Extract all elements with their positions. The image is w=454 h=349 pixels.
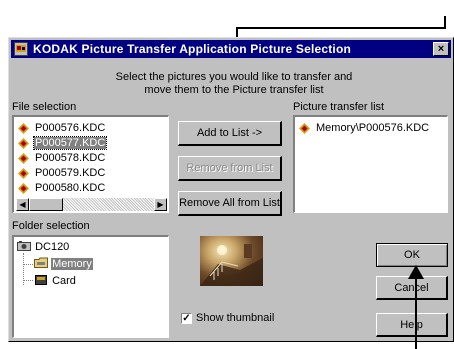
file-item-label: P000580.KDC bbox=[35, 182, 106, 194]
help-button[interactable]: Help bbox=[376, 313, 448, 337]
file-item-label: P000579.KDC bbox=[35, 167, 106, 179]
remove-all-label: Remove All from List bbox=[179, 197, 280, 209]
file-item-label: P000578.KDC bbox=[35, 152, 106, 164]
picture-selection-dialog: KODAK Picture Transfer Application Pictu… bbox=[8, 37, 454, 342]
staircase-photo bbox=[200, 244, 263, 286]
remove-from-list-label: Remove from List bbox=[186, 162, 273, 174]
title-bar: KODAK Picture Transfer Application Pictu… bbox=[11, 40, 451, 58]
instructions-line-1: Select the pictures you would like to tr… bbox=[115, 71, 353, 83]
kodak-kdc-file-icon bbox=[18, 153, 29, 164]
file-item-p000577[interactable]: P000577.KDC bbox=[14, 136, 168, 151]
add-to-list-button[interactable]: Add to List -> bbox=[178, 121, 282, 146]
remove-all-from-list-button[interactable]: Remove All from List bbox=[178, 191, 282, 216]
show-thumbnail-checkbox[interactable]: ✓ bbox=[181, 313, 192, 324]
kodak-app-icon bbox=[14, 42, 28, 56]
camera-icon bbox=[17, 241, 31, 251]
scroll-thumb[interactable] bbox=[29, 198, 63, 211]
file-item-label: P000576.KDC bbox=[35, 122, 106, 134]
cancel-button[interactable]: Cancel bbox=[376, 276, 448, 300]
ok-button[interactable]: OK bbox=[376, 243, 448, 267]
folder-tree[interactable]: DC120 Memory Card bbox=[12, 235, 169, 338]
callout-line-bottom bbox=[415, 278, 417, 349]
callout-line-right bbox=[444, 16, 446, 29]
tree-node-label: Memory bbox=[51, 258, 93, 270]
file-item-label: P000577.KDC bbox=[32, 136, 108, 150]
add-to-list-label: Add to List -> bbox=[196, 127, 263, 139]
close-icon: × bbox=[437, 43, 445, 55]
tree-connector bbox=[23, 264, 33, 265]
file-selection-list[interactable]: P000576.KDC P000577.KDC P000578.KDC P000… bbox=[12, 115, 169, 213]
kodak-kdc-file-icon bbox=[18, 168, 29, 179]
kodak-kdc-file-icon bbox=[18, 123, 29, 134]
file-selection-label: File selection bbox=[12, 101, 77, 113]
file-list-horizontal-scrollbar[interactable]: ◀ ▶ bbox=[16, 198, 167, 211]
kodak-kdc-file-icon bbox=[299, 123, 310, 134]
transfer-list-label: Picture transfer list bbox=[293, 101, 385, 113]
transfer-item-memory-p000576[interactable]: Memory\P000576.KDC bbox=[295, 121, 447, 136]
cancel-label: Cancel bbox=[394, 282, 429, 294]
file-item-p000580[interactable]: P000580.KDC bbox=[14, 181, 168, 196]
help-label: Help bbox=[400, 319, 423, 331]
instructions-text: Select the pictures you would like to tr… bbox=[69, 71, 399, 97]
close-button[interactable]: × bbox=[433, 42, 449, 56]
thumbnail-preview bbox=[200, 236, 263, 286]
show-thumbnail-label: Show thumbnail bbox=[196, 312, 275, 324]
callout-line-top bbox=[236, 27, 446, 29]
tree-node-label: DC120 bbox=[35, 241, 70, 253]
remove-from-list-button[interactable]: Remove from List bbox=[178, 156, 282, 181]
kodak-kdc-file-icon bbox=[18, 138, 29, 149]
card-icon bbox=[35, 275, 47, 285]
window-title: KODAK Picture Transfer Application Pictu… bbox=[33, 42, 352, 56]
transfer-item-label: Memory\P000576.KDC bbox=[316, 122, 430, 134]
file-item-p000579[interactable]: P000579.KDC bbox=[14, 166, 168, 181]
file-item-p000576[interactable]: P000576.KDC bbox=[14, 121, 168, 136]
tree-node-card[interactable]: Card bbox=[34, 274, 77, 287]
scroll-left-icon[interactable]: ◀ bbox=[16, 198, 29, 211]
tree-node-dc120[interactable]: DC120 bbox=[17, 241, 70, 254]
tree-connector bbox=[23, 280, 33, 281]
file-item-p000578[interactable]: P000578.KDC bbox=[14, 151, 168, 166]
tree-node-memory[interactable]: Memory bbox=[34, 257, 93, 270]
folder-icon bbox=[34, 257, 48, 268]
tree-node-label: Card bbox=[52, 275, 76, 287]
callout-arrow-ok bbox=[408, 265, 424, 279]
ok-label: OK bbox=[404, 249, 420, 261]
picture-transfer-list[interactable]: Memory\P000576.KDC bbox=[293, 115, 448, 213]
folder-selection-label: Folder selection bbox=[12, 220, 90, 232]
kodak-kdc-file-icon bbox=[18, 183, 29, 194]
scroll-right-icon[interactable]: ▶ bbox=[154, 198, 167, 211]
instructions-line-2: move them to the Picture transfer list bbox=[144, 84, 324, 96]
